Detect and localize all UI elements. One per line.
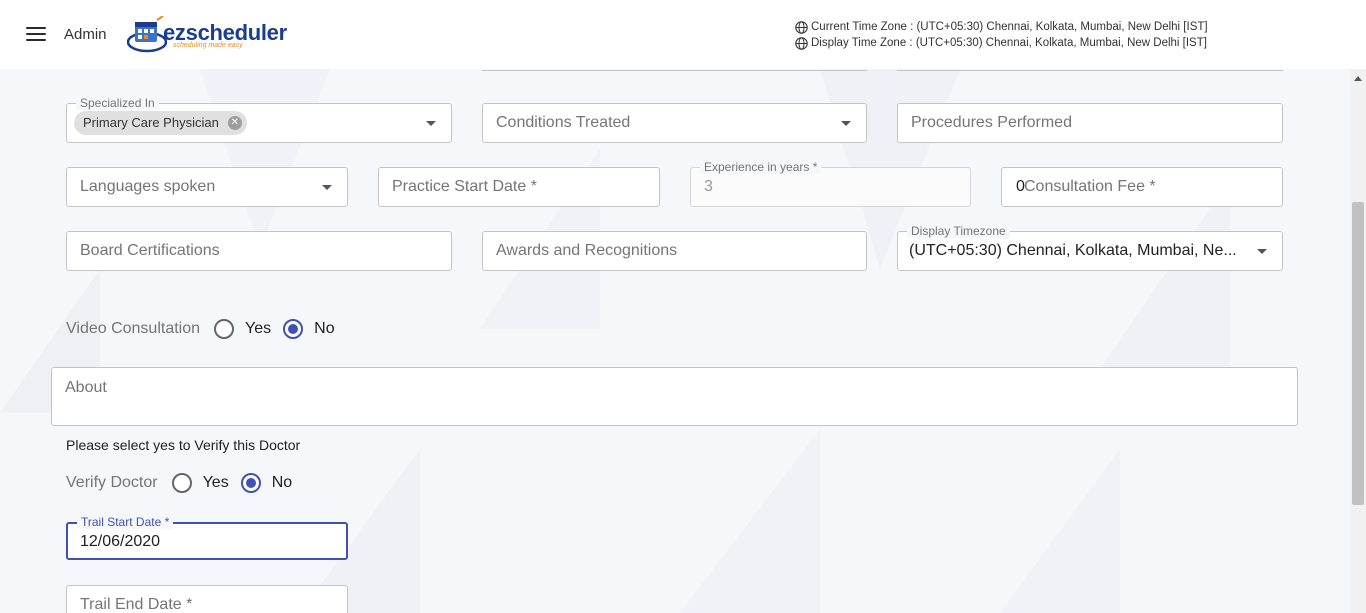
consultation-fee-field[interactable]: 0 Consultation Fee * [1001,167,1283,207]
verify-doctor-radio-group: Verify Doctor Yes No [66,473,304,493]
chip-remove-icon[interactable]: ✕ [227,116,242,130]
display-timezone-text: Display Time Zone : (UTC+05:30) Chennai,… [811,37,1207,49]
display-timezone-label: Display Timezone [907,224,1010,238]
verify-doctor-yes-radio[interactable]: Yes [171,473,229,493]
procedures-performed-field[interactable]: Procedures Performed [897,103,1283,143]
verify-doctor-no-label: No [271,474,293,491]
board-certifications-field[interactable]: Board Certifications [66,231,452,271]
conditions-treated-placeholder: Conditions Treated [496,114,631,131]
display-timezone-select[interactable]: Display Timezone (UTC+05:30) Chennai, Ko… [897,224,1283,271]
practice-start-date-placeholder: Practice Start Date * [392,178,537,195]
vertical-scrollbar[interactable] [1350,69,1366,613]
awards-recognitions-field[interactable]: Awards and Recognitions [482,231,867,271]
ezscheduler-logo[interactable]: ezscheduler scheduling made easy [127,16,297,54]
specialty-chip: Primary Care Physician ✕ [74,111,247,135]
conditions-treated-select[interactable]: Conditions Treated [482,103,867,143]
experience-years-value: 3 [704,178,713,195]
specialized-in-select[interactable]: Specialized In Primary Care Physician ✕ [66,96,452,143]
previous-field-bottom-edge [482,69,867,71]
procedures-performed-placeholder: Procedures Performed [911,114,1072,131]
languages-spoken-select[interactable]: Languages spoken [66,167,348,207]
user-role-label: Admin [64,26,107,43]
trail-end-date-field[interactable]: Trail End Date * [66,585,348,613]
app-header: Admin ezscheduler scheduling made easy C… [0,0,1366,69]
trail-start-date-value: 12/06/2020 [80,533,161,550]
chevron-down-icon[interactable] [1257,249,1267,254]
radio-checked-icon[interactable] [240,473,261,493]
trail-start-date-label: Trail Start Date * [77,515,174,529]
consultation-fee-placeholder: Consultation Fee * [1024,178,1156,195]
radio-unchecked-icon[interactable] [171,473,192,493]
about-textarea[interactable]: About [51,367,1298,426]
radio-checked-icon[interactable] [283,319,304,339]
scrollbar-thumb[interactable] [1352,202,1364,505]
previous-field-bottom-edge [897,69,1283,71]
specialized-in-label: Specialized In [76,96,159,110]
trail-start-date-field[interactable]: Trail Start Date * 12/06/2020 [66,515,348,560]
logo-tagline: scheduling made easy [173,42,243,49]
video-consultation-yes-label: Yes [245,320,272,337]
experience-years-label: Experience in years * [700,160,822,174]
globe-icon [795,36,808,50]
timezone-info: Current Time Zone : (UTC+05:30) Chennai,… [795,19,1208,51]
video-consultation-yes-radio[interactable]: Yes [214,319,271,339]
verify-doctor-yes-label: Yes [202,474,229,491]
video-consultation-radio-group: Video Consultation Yes No [66,319,347,339]
verify-doctor-label: Verify Doctor [66,474,158,491]
experience-years-field: Experience in years * 3 [690,160,971,207]
globe-icon [795,20,808,34]
chevron-down-icon[interactable] [841,121,851,126]
board-certifications-placeholder: Board Certifications [80,242,220,259]
practice-start-date-field[interactable]: Practice Start Date * [378,167,660,207]
verify-doctor-no-radio[interactable]: No [240,473,293,493]
display-timezone-value: (UTC+05:30) Chennai, Kolkata, Mumbai, Ne… [909,242,1237,259]
chevron-down-icon[interactable] [322,185,332,190]
video-consultation-no-radio[interactable]: No [283,319,335,339]
current-timezone-text: Current Time Zone : (UTC+05:30) Chennai,… [811,21,1208,33]
video-consultation-label: Video Consultation [66,320,201,337]
scroll-up-arrow-icon[interactable] [1354,76,1362,81]
verify-doctor-note: Please select yes to Verify this Doctor [66,437,301,453]
trail-end-date-placeholder: Trail End Date * [80,596,193,613]
about-placeholder: About [65,379,107,396]
doctor-form: Specialized In Primary Care Physician ✕ … [0,69,1350,613]
video-consultation-no-label: No [314,320,335,337]
chevron-down-icon[interactable] [426,121,436,126]
calendar-logo-icon [127,16,167,53]
specialty-chip-label: Primary Care Physician [83,115,219,130]
awards-recognitions-placeholder: Awards and Recognitions [496,242,678,259]
languages-spoken-placeholder: Languages spoken [80,178,216,195]
radio-unchecked-icon[interactable] [214,319,235,339]
hamburger-menu-icon[interactable] [26,27,46,42]
